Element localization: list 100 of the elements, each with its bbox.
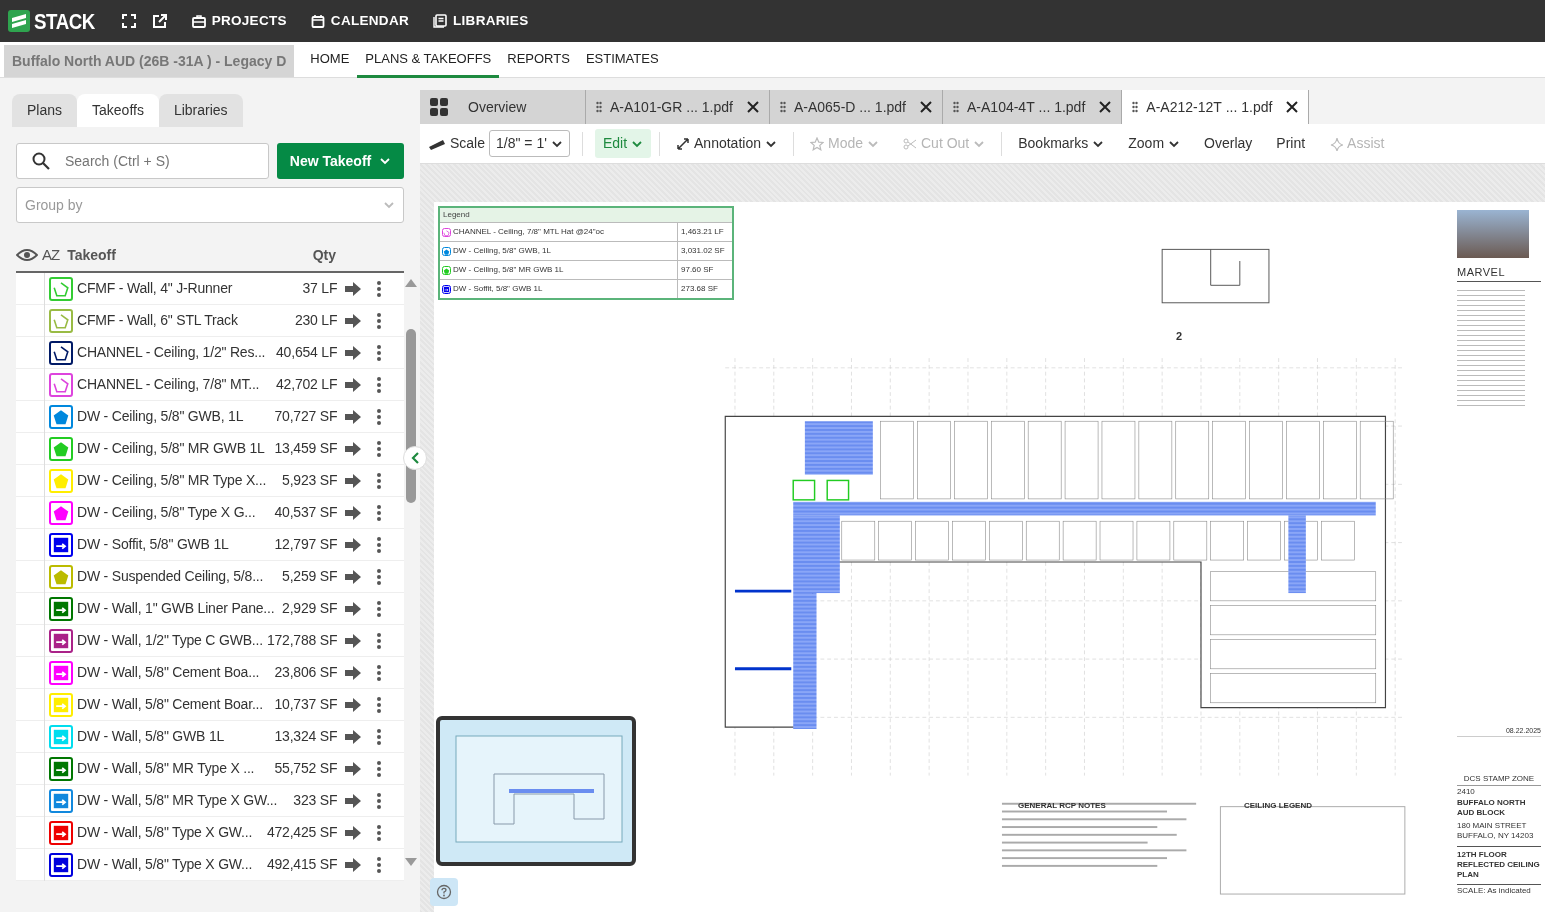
new-takeoff-button[interactable]: New Takeoff <box>277 143 404 179</box>
scroll-down-icon[interactable] <box>405 858 418 866</box>
takeoff-row[interactable]: DW - Soffit, 5/8" GWB 1L 12,797 SF <box>16 529 405 561</box>
panel-tab[interactable]: Plans <box>12 94 78 127</box>
toolbar-button[interactable]: Bookmarks <box>1010 129 1113 158</box>
kebab-menu-icon[interactable] <box>376 695 383 714</box>
arrow-right-icon[interactable] <box>344 664 363 681</box>
arrow-right-icon[interactable] <box>344 792 363 809</box>
arrow-right-icon[interactable] <box>344 376 363 393</box>
toolbar-button[interactable]: Overlay <box>1196 129 1261 158</box>
close-icon[interactable] <box>920 101 932 113</box>
panel-tab[interactable]: Libraries <box>158 94 243 127</box>
sheet-tab[interactable]: Overview <box>420 90 586 124</box>
arrow-right-icon[interactable] <box>344 408 363 425</box>
kebab-menu-icon[interactable] <box>376 599 383 618</box>
takeoff-row[interactable]: DW - Wall, 5/8" Cement Boa... 23,806 SF <box>16 657 405 689</box>
kebab-menu-icon[interactable] <box>376 759 383 778</box>
kebab-menu-icon[interactable] <box>376 663 383 682</box>
arrow-right-icon[interactable] <box>344 600 363 617</box>
kebab-menu-icon[interactable] <box>376 727 383 746</box>
arrow-right-icon[interactable] <box>344 504 363 521</box>
column-header: Qty <box>312 245 336 265</box>
nav-tab[interactable]: ESTIMATES <box>577 42 667 78</box>
arrow-right-icon[interactable] <box>344 312 363 329</box>
arrow-right-icon[interactable] <box>344 280 363 297</box>
kebab-menu-icon[interactable] <box>376 471 383 490</box>
kebab-menu-icon[interactable] <box>376 567 383 586</box>
help-button[interactable] <box>430 878 458 906</box>
nav-link[interactable]: CALENDAR <box>310 10 409 32</box>
takeoff-row[interactable]: DW - Wall, 5/8" Type X GW... 492,415 SF <box>16 849 405 881</box>
fullscreen-button[interactable] <box>121 14 136 28</box>
kebab-menu-icon[interactable] <box>376 375 383 394</box>
legend-quantity: 97.60 SF <box>680 264 715 276</box>
takeoff-row[interactable]: CFMF - Wall, 4" J-Runner 37 LF <box>16 273 405 305</box>
kebab-menu-icon[interactable] <box>376 279 383 298</box>
close-icon[interactable] <box>1286 101 1299 113</box>
sheet-tab[interactable]: A-A101-GR ... 1.pdf <box>586 90 770 124</box>
sparkle-icon <box>1329 136 1344 151</box>
kebab-menu-icon[interactable] <box>376 631 383 650</box>
takeoff-row[interactable]: DW - Wall, 1" GWB Liner Pane... 2,929 SF <box>16 593 405 625</box>
nav-link[interactable]: PROJECTS <box>191 10 287 32</box>
panel-tab[interactable]: Takeoffs <box>77 94 159 127</box>
notes-heading: GENERAL RCP NOTES <box>1018 800 1106 812</box>
arrow-right-icon[interactable] <box>344 440 363 457</box>
nav-tab[interactable]: REPORTS <box>499 42 578 78</box>
toolbar-button[interactable]: Print <box>1268 129 1314 158</box>
arrow-right-icon[interactable] <box>344 824 363 841</box>
arrow-right-icon[interactable] <box>344 536 363 553</box>
takeoff-row[interactable]: DW - Ceiling, 5/8" GWB, 1L 70,727 SF <box>16 401 405 433</box>
kebab-menu-icon[interactable] <box>376 407 383 426</box>
arrow-right-icon[interactable] <box>344 568 363 585</box>
takeoff-row[interactable]: DW - Ceiling, 5/8" MR GWB 1L 13,459 SF <box>16 433 405 465</box>
takeoff-row[interactable]: CFMF - Wall, 6" STL Track 230 LF <box>16 305 405 337</box>
takeoff-row[interactable]: DW - Suspended Ceiling, 5/8... 5,259 SF <box>16 561 405 593</box>
minimap[interactable] <box>436 716 636 866</box>
chevron-down-icon <box>379 155 392 167</box>
kebab-menu-icon[interactable] <box>376 343 383 362</box>
sheet-tab[interactable]: A-A212-12T ... 1.pdf <box>1122 90 1310 124</box>
arrow-right-icon[interactable] <box>344 728 363 745</box>
arrow-right-icon[interactable] <box>344 760 363 777</box>
legend-quantity: 1,463.21 LF <box>680 226 725 238</box>
takeoff-row[interactable]: DW - Wall, 5/8" Cement Boar... 10,737 SF <box>16 689 405 721</box>
takeoff-row[interactable]: DW - Wall, 5/8" MR Type X ... 55,752 SF <box>16 753 405 785</box>
takeoff-row[interactable]: DW - Ceiling, 5/8" MR Type X... 5,923 SF <box>16 465 405 497</box>
kebab-menu-icon[interactable] <box>376 439 383 458</box>
arrow-right-icon[interactable] <box>344 856 363 873</box>
kebab-menu-icon[interactable] <box>376 791 383 810</box>
external-link-button[interactable] <box>151 13 168 29</box>
close-icon[interactable] <box>1099 101 1112 113</box>
scroll-up-icon[interactable] <box>405 279 418 287</box>
takeoff-row[interactable]: DW - Wall, 1/2" Type C GWB... 172,788 SF <box>16 625 405 657</box>
kebab-menu-icon[interactable] <box>376 311 383 330</box>
sort-button[interactable]: AZ <box>42 243 60 267</box>
scale-dropdown[interactable]: 1/8" = 1' <box>489 130 570 157</box>
takeoff-row[interactable]: DW - Ceiling, 5/8" Type X G... 40,537 SF <box>16 497 405 529</box>
arrow-right-icon[interactable] <box>344 472 363 489</box>
nav-tab[interactable]: HOME <box>302 42 358 78</box>
nav-link[interactable]: LIBRARIES <box>433 10 529 32</box>
sheet-tab[interactable]: A-A104-4T ... 1.pdf <box>943 90 1123 124</box>
takeoff-row[interactable]: DW - Wall, 5/8" Type X GW... 472,425 SF <box>16 817 405 849</box>
kebab-menu-icon[interactable] <box>376 503 383 522</box>
sheet-tab[interactable]: A-A065-D ... 1.pdf <box>769 90 943 124</box>
search-field[interactable]: Search (Ctrl + S) <box>16 143 269 179</box>
takeoff-row[interactable]: DW - Wall, 5/8" GWB 1L 13,324 SF <box>16 721 405 753</box>
takeoff-row[interactable]: CHANNEL - Ceiling, 1/2" Res... 40,654 LF <box>16 337 405 369</box>
toolbar-button[interactable]: Annotation <box>668 129 785 158</box>
kebab-menu-icon[interactable] <box>376 855 383 874</box>
toolbar-button[interactable]: Zoom <box>1120 129 1189 158</box>
arrow-right-icon[interactable] <box>344 696 363 713</box>
eye-icon[interactable] <box>16 248 38 262</box>
grid-icon <box>430 98 448 116</box>
close-icon[interactable] <box>746 101 759 113</box>
arrow-right-icon[interactable] <box>344 632 363 649</box>
arrow-right-icon[interactable] <box>344 344 363 361</box>
kebab-menu-icon[interactable] <box>376 823 383 842</box>
takeoff-row[interactable]: DW - Wall, 5/8" MR Type X GW... 323 SF <box>16 785 405 817</box>
takeoff-name: DW - Ceiling, 5/8" GWB, 1L <box>77 407 245 426</box>
kebab-menu-icon[interactable] <box>376 535 383 554</box>
toolbar-button[interactable]: Edit <box>594 129 651 158</box>
takeoff-row[interactable]: CHANNEL - Ceiling, 7/8" MT... 42,702 LF <box>16 369 405 401</box>
